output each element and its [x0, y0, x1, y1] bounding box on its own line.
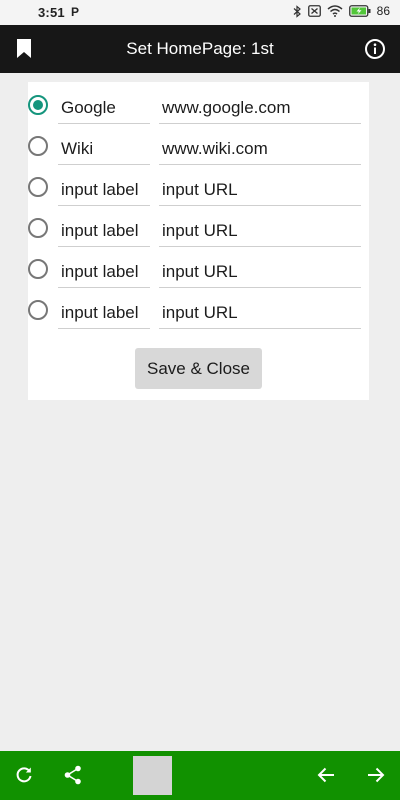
label-input[interactable]: Wiki	[58, 131, 150, 165]
homepage-row: input label input URL	[28, 291, 369, 332]
homepage-settings-card: Google www.google.com Wiki www.wiki.com …	[28, 82, 369, 400]
url-input[interactable]: www.wiki.com	[159, 131, 361, 165]
label-input[interactable]: input label	[58, 295, 150, 329]
homepage-radio[interactable]	[28, 177, 48, 197]
bottom-toolbar	[0, 751, 400, 800]
homepage-radio[interactable]	[28, 136, 48, 156]
status-time: 3:51	[38, 5, 65, 20]
status-icons: 86	[293, 4, 390, 18]
label-input[interactable]: input label	[58, 254, 150, 288]
homepage-row: input label input URL	[28, 168, 369, 209]
save-close-button[interactable]: Save & Close	[135, 348, 262, 389]
label-input[interactable]: input label	[58, 213, 150, 247]
wifi-icon	[327, 5, 343, 17]
refresh-icon[interactable]	[14, 765, 34, 785]
url-input[interactable]: input URL	[159, 254, 361, 288]
homepage-row: Google www.google.com	[28, 86, 369, 127]
label-input[interactable]: input label	[58, 172, 150, 206]
homepage-radio[interactable]	[28, 218, 48, 238]
status-p-indicator: P	[71, 5, 80, 19]
homepage-radio[interactable]	[28, 95, 48, 115]
bluetooth-icon	[293, 4, 301, 18]
info-icon[interactable]	[364, 38, 386, 60]
label-input[interactable]: Google	[58, 90, 150, 124]
homepage-row: input label input URL	[28, 209, 369, 250]
battery-icon	[348, 5, 371, 17]
homepage-row: Wiki www.wiki.com	[28, 127, 369, 168]
forward-arrow-icon[interactable]	[366, 765, 386, 785]
url-input[interactable]: input URL	[159, 213, 361, 247]
url-input[interactable]: input URL	[159, 295, 361, 329]
page-title: Set HomePage: 1st	[126, 39, 274, 58]
url-input[interactable]: www.google.com	[159, 90, 361, 124]
homepage-radio[interactable]	[28, 259, 48, 279]
homepage-row: input label input URL	[28, 250, 369, 291]
app-bar: Set HomePage: 1st	[0, 25, 400, 73]
status-bar: 3:51 P 86	[0, 0, 400, 25]
mute-icon	[307, 5, 321, 17]
url-input[interactable]: input URL	[159, 172, 361, 206]
homepage-radio[interactable]	[28, 300, 48, 320]
tab-thumbnail[interactable]	[133, 756, 172, 795]
share-icon[interactable]	[63, 765, 83, 785]
back-arrow-icon[interactable]	[316, 765, 336, 785]
battery-percent: 86	[376, 4, 390, 18]
